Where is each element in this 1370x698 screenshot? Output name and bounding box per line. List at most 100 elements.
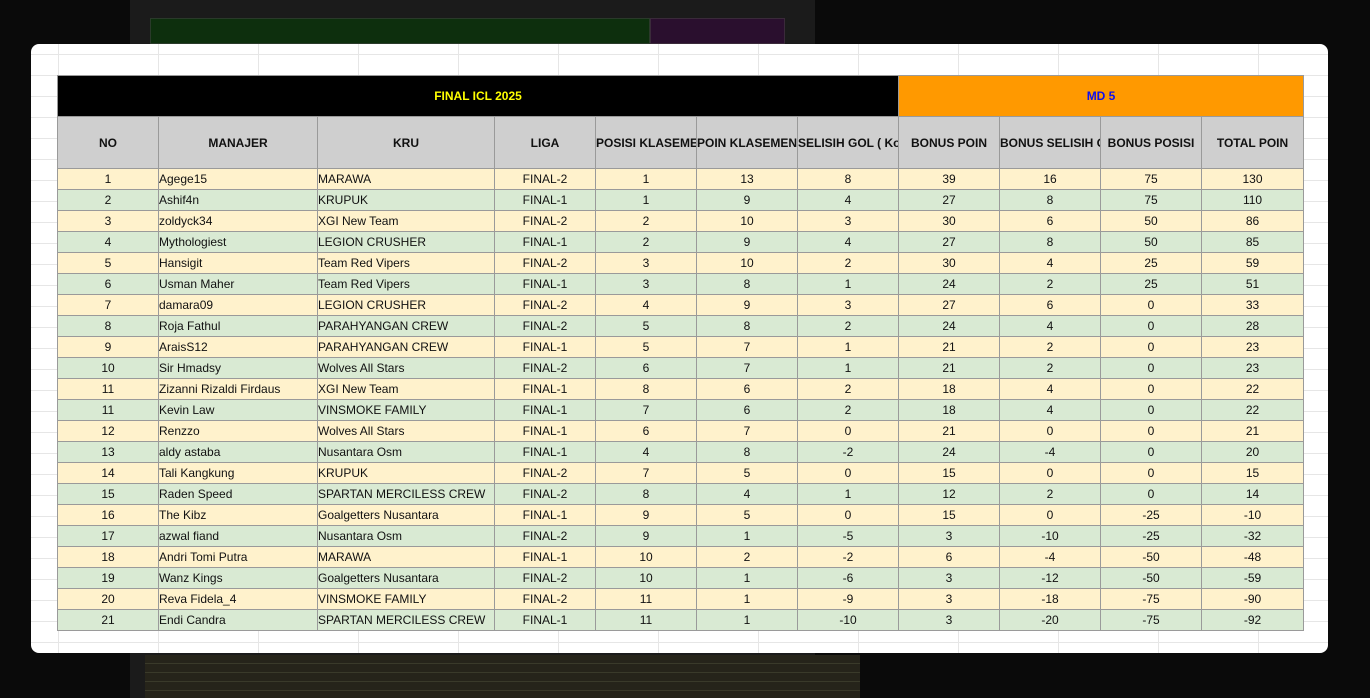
cell-liga: FINAL-1 bbox=[494, 336, 596, 358]
cell-bonus-poin: 24 bbox=[898, 441, 1000, 463]
cell-no: 11 bbox=[57, 378, 159, 400]
cell-bonus-posisi: 0 bbox=[1100, 441, 1202, 463]
table-row: 16 The Kibz Goalgetters Nusantara FINAL-1 9 5… bbox=[57, 504, 1305, 526]
cell-manajer: Agege15 bbox=[158, 168, 318, 190]
cell-kru: XGI New Team bbox=[317, 210, 495, 232]
cell-bonus-poin: 6 bbox=[898, 546, 1000, 568]
cell-posisi: 4 bbox=[595, 441, 697, 463]
header-selisih: SELISIH GOL ( Kolom N ) bbox=[797, 116, 899, 169]
cell-kru: SPARTAN MERCILESS CREW bbox=[317, 609, 495, 631]
cell-bonus-posisi: 50 bbox=[1100, 231, 1202, 253]
cell-selisih: 0 bbox=[797, 462, 899, 484]
cell-bonus-selisih: 2 bbox=[999, 483, 1101, 505]
cell-total: 85 bbox=[1200, 231, 1305, 253]
cell-bonus-poin: 39 bbox=[898, 168, 1000, 190]
cell-no: 1 bbox=[57, 168, 159, 190]
cell-bonus-poin: 15 bbox=[898, 462, 1000, 484]
cell-posisi: 2 bbox=[595, 231, 697, 253]
cell-manajer: Renzzo bbox=[158, 420, 318, 442]
cell-bonus-posisi: -50 bbox=[1100, 567, 1202, 589]
cell-liga: FINAL-2 bbox=[494, 462, 596, 484]
cell-bonus-selisih: 0 bbox=[999, 420, 1101, 442]
cell-manajer: Zizanni Rizaldi Firdaus bbox=[158, 378, 318, 400]
cell-kru: MARAWA bbox=[317, 168, 495, 190]
cell-bonus-poin: 3 bbox=[898, 525, 1000, 547]
cell-liga: FINAL-2 bbox=[494, 294, 596, 316]
cell-kru: KRUPUK bbox=[317, 189, 495, 211]
cell-poin: 5 bbox=[696, 462, 798, 484]
cell-total: 130 bbox=[1200, 168, 1305, 190]
cell-manajer: zoldyck34 bbox=[158, 210, 318, 232]
cell-selisih: 1 bbox=[797, 357, 899, 379]
cell-posisi: 3 bbox=[595, 273, 697, 295]
cell-bonus-poin: 30 bbox=[898, 210, 1000, 232]
cell-posisi: 9 bbox=[595, 504, 697, 526]
cell-manajer: damara09 bbox=[158, 294, 318, 316]
cell-bonus-selisih: 0 bbox=[999, 462, 1101, 484]
cell-poin: 9 bbox=[696, 189, 798, 211]
cell-posisi: 10 bbox=[595, 546, 697, 568]
cell-no: 3 bbox=[57, 210, 159, 232]
cell-poin: 8 bbox=[696, 441, 798, 463]
table-row: 11 Kevin Law VINSMOKE FAMILY FINAL-1 7 6 2 18 4 0… bbox=[57, 399, 1305, 421]
background-sheet-md bbox=[650, 18, 785, 44]
cell-total: -90 bbox=[1200, 588, 1305, 610]
cell-bonus-posisi: -25 bbox=[1100, 525, 1202, 547]
cell-no: 13 bbox=[57, 441, 159, 463]
cell-bonus-selisih: 0 bbox=[999, 504, 1101, 526]
cell-bonus-selisih: 6 bbox=[999, 210, 1101, 232]
cell-no: 14 bbox=[57, 462, 159, 484]
cell-bonus-selisih: 8 bbox=[999, 231, 1101, 253]
cell-total: 23 bbox=[1200, 336, 1305, 358]
cell-poin: 1 bbox=[696, 525, 798, 547]
cell-total: 14 bbox=[1200, 483, 1305, 505]
matchday-label: MD 5 bbox=[897, 75, 1305, 117]
cell-total: 28 bbox=[1200, 315, 1305, 337]
cell-manajer: aldy astaba bbox=[158, 441, 318, 463]
header-poin: POIN KLASEMEN ( Kolom J ) bbox=[696, 116, 798, 169]
table-row: 20 Reva Fidela_4 VINSMOKE FAMILY FINAL-2 11 1… bbox=[57, 588, 1305, 610]
table-row: 21 Endi Candra SPARTAN MERCILESS CREW FINAL… bbox=[57, 609, 1305, 631]
cell-selisih: -10 bbox=[797, 609, 899, 631]
cell-selisih: 1 bbox=[797, 336, 899, 358]
cell-no: 2 bbox=[57, 189, 159, 211]
cell-bonus-selisih: 4 bbox=[999, 252, 1101, 274]
cell-total: -10 bbox=[1200, 504, 1305, 526]
cell-posisi: 7 bbox=[595, 399, 697, 421]
cell-total: 110 bbox=[1200, 189, 1305, 211]
cell-bonus-poin: 30 bbox=[898, 252, 1000, 274]
cell-poin: 10 bbox=[696, 210, 798, 232]
cell-bonus-posisi: 0 bbox=[1100, 336, 1202, 358]
cell-bonus-selisih: -12 bbox=[999, 567, 1101, 589]
cell-bonus-poin: 27 bbox=[898, 231, 1000, 253]
table-row: 19 Wanz Kings Goalgetters Nusantara FINAL-2… bbox=[57, 567, 1305, 589]
cell-liga: FINAL-1 bbox=[494, 609, 596, 631]
cell-liga: FINAL-2 bbox=[494, 252, 596, 274]
cell-no: 9 bbox=[57, 336, 159, 358]
cell-bonus-poin: 12 bbox=[898, 483, 1000, 505]
cell-poin: 8 bbox=[696, 273, 798, 295]
cell-manajer: Reva Fidela_4 bbox=[158, 588, 318, 610]
cell-bonus-selisih: 16 bbox=[999, 168, 1101, 190]
cell-poin: 6 bbox=[696, 399, 798, 421]
cell-posisi: 6 bbox=[595, 420, 697, 442]
cell-no: 8 bbox=[57, 315, 159, 337]
cell-kru: PARAHYANGAN CREW bbox=[317, 315, 495, 337]
table-row: 14 Tali Kangkung KRUPUK FINAL-2 7 5 0 15 0 0 15 bbox=[57, 462, 1305, 484]
cell-total: 20 bbox=[1200, 441, 1305, 463]
cell-liga: FINAL-2 bbox=[494, 168, 596, 190]
cell-kru: Nusantara Osm bbox=[317, 441, 495, 463]
cell-selisih: 0 bbox=[797, 420, 899, 442]
cell-bonus-selisih: 4 bbox=[999, 399, 1101, 421]
cell-manajer: The Kibz bbox=[158, 504, 318, 526]
cell-posisi: 1 bbox=[595, 189, 697, 211]
cell-poin: 1 bbox=[696, 609, 798, 631]
cell-liga: FINAL-1 bbox=[494, 441, 596, 463]
table-row: 11 Zizanni Rizaldi Firdaus XGI New Team FIN… bbox=[57, 378, 1305, 400]
cell-bonus-posisi: 0 bbox=[1100, 315, 1202, 337]
cell-no: 12 bbox=[57, 420, 159, 442]
cell-manajer: Tali Kangkung bbox=[158, 462, 318, 484]
cell-selisih: 3 bbox=[797, 294, 899, 316]
cell-posisi: 4 bbox=[595, 294, 697, 316]
table-row: 5 Hansigit Team Red Vipers FINAL-2 3 10 2 30 4 25… bbox=[57, 252, 1305, 274]
